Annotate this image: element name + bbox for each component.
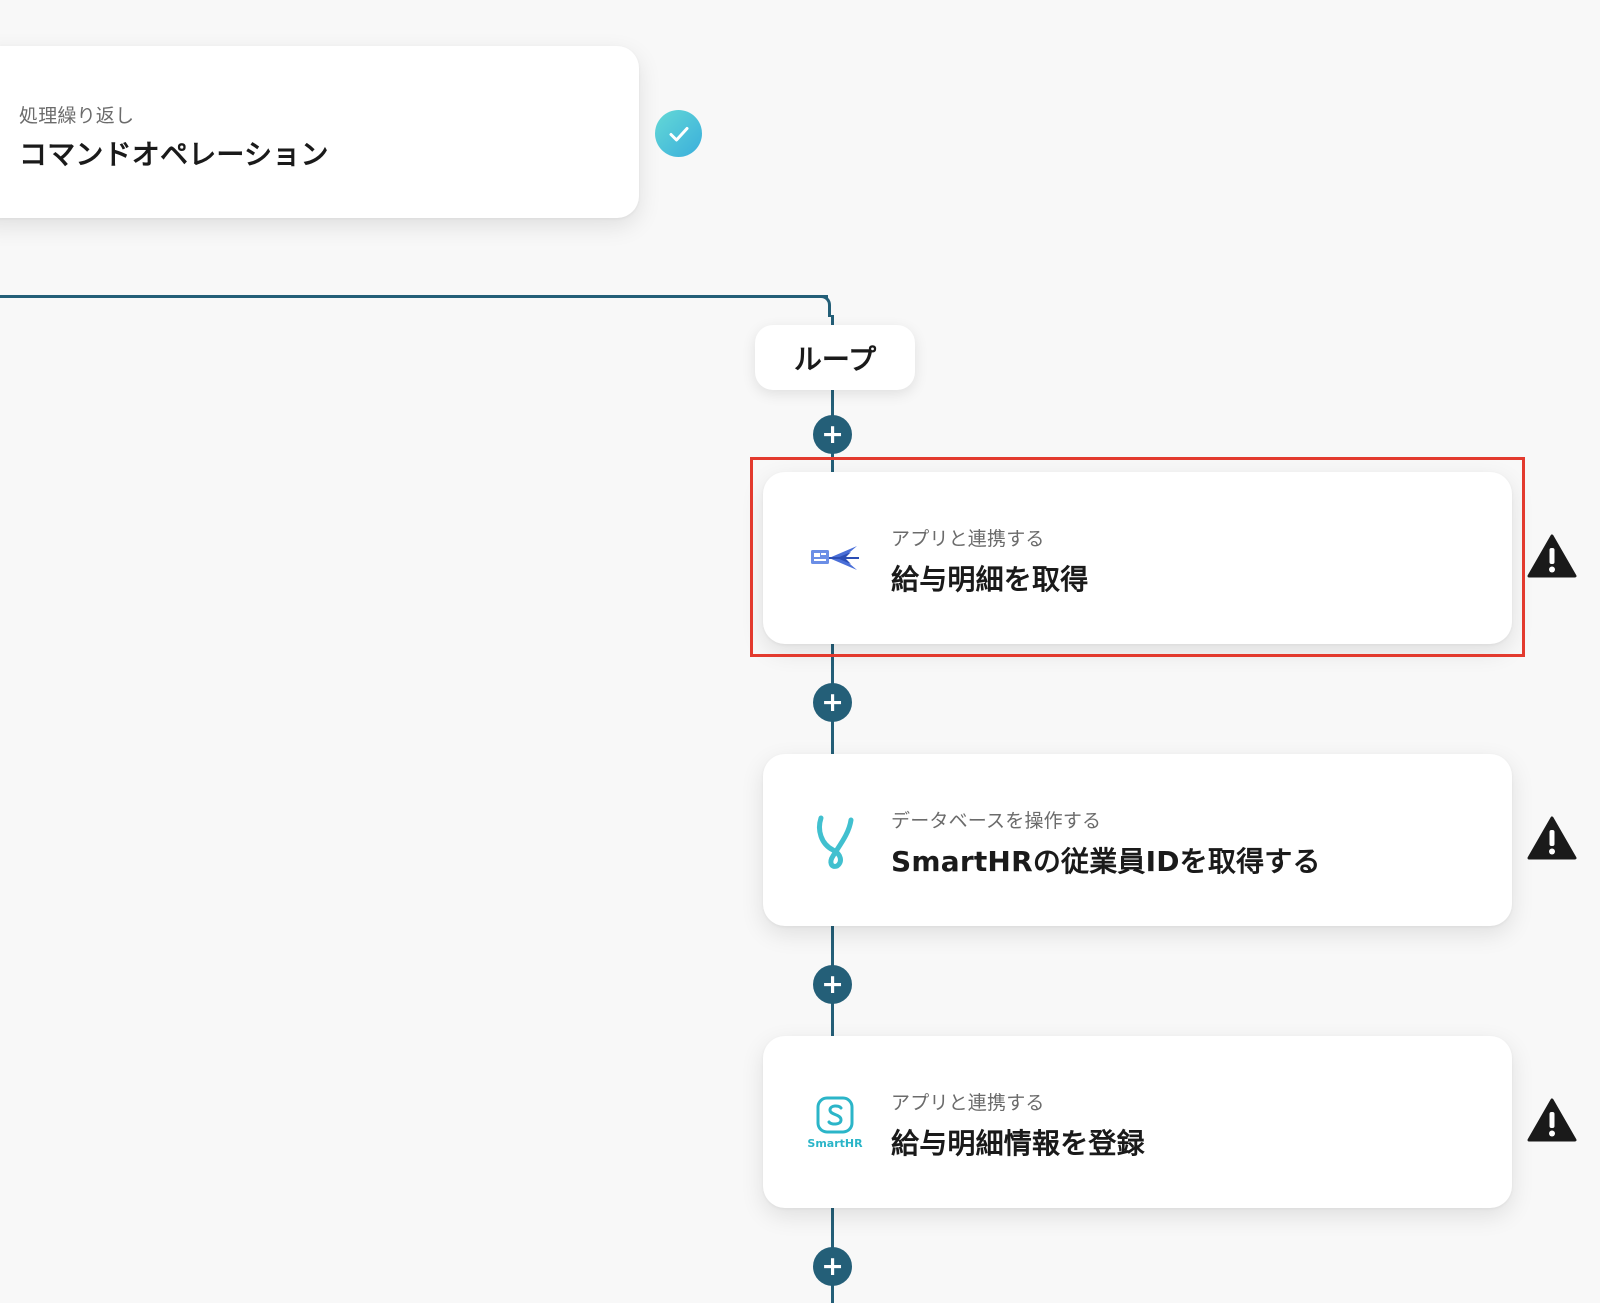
add-step-button[interactable]: + — [813, 1247, 852, 1286]
step-card-get-payslip[interactable]: アプリと連携する 給与明細を取得 — [763, 472, 1512, 644]
step-card-register-payslip[interactable]: SmartHR アプリと連携する 給与明細情報を登録 — [763, 1036, 1512, 1208]
step-type-label: アプリと連携する — [891, 528, 1045, 550]
plus-icon: + — [821, 419, 844, 450]
smarthr-logo-text: SmartHR — [807, 1136, 863, 1150]
add-step-button[interactable]: + — [813, 683, 852, 722]
workflow-canvas: 処理繰り返し コマンドオペレーション ループ + + + + アプリと連携する … — [0, 0, 1600, 1303]
plus-icon: + — [821, 1251, 844, 1282]
loop-node[interactable]: ループ — [755, 325, 915, 390]
add-step-button[interactable]: + — [813, 965, 852, 1004]
step-type-label: 処理繰り返し — [19, 105, 135, 127]
step-title: コマンドオペレーション — [19, 138, 329, 171]
step-title: 給与明細情報を登録 — [891, 1127, 1145, 1160]
check-circle-icon — [655, 110, 702, 157]
step-card-command-operation[interactable]: 処理繰り返し コマンドオペレーション — [0, 46, 639, 218]
step-title: SmartHRの従業員IDを取得する — [891, 845, 1321, 878]
loop-label: ループ — [793, 342, 877, 376]
flow-connector-horizontal — [0, 295, 828, 298]
add-step-button[interactable]: + — [813, 415, 852, 454]
plus-icon: + — [821, 687, 844, 718]
step-title: 給与明細を取得 — [891, 563, 1089, 596]
step-type-label: アプリと連携する — [891, 1092, 1045, 1114]
payroll-app-icon — [803, 526, 867, 590]
yoom-database-icon — [803, 808, 867, 872]
smarthr-logo-icon: SmartHR — [803, 1090, 867, 1154]
warning-triangle-icon — [1527, 816, 1577, 860]
flow-connector-corner — [812, 295, 831, 317]
step-type-label: データベースを操作する — [891, 810, 1102, 832]
warning-triangle-icon — [1527, 1098, 1577, 1142]
plus-icon: + — [821, 969, 844, 1000]
step-card-get-employee-id[interactable]: データベースを操作する SmartHRの従業員IDを取得する — [763, 754, 1512, 926]
warning-triangle-icon — [1527, 534, 1577, 578]
